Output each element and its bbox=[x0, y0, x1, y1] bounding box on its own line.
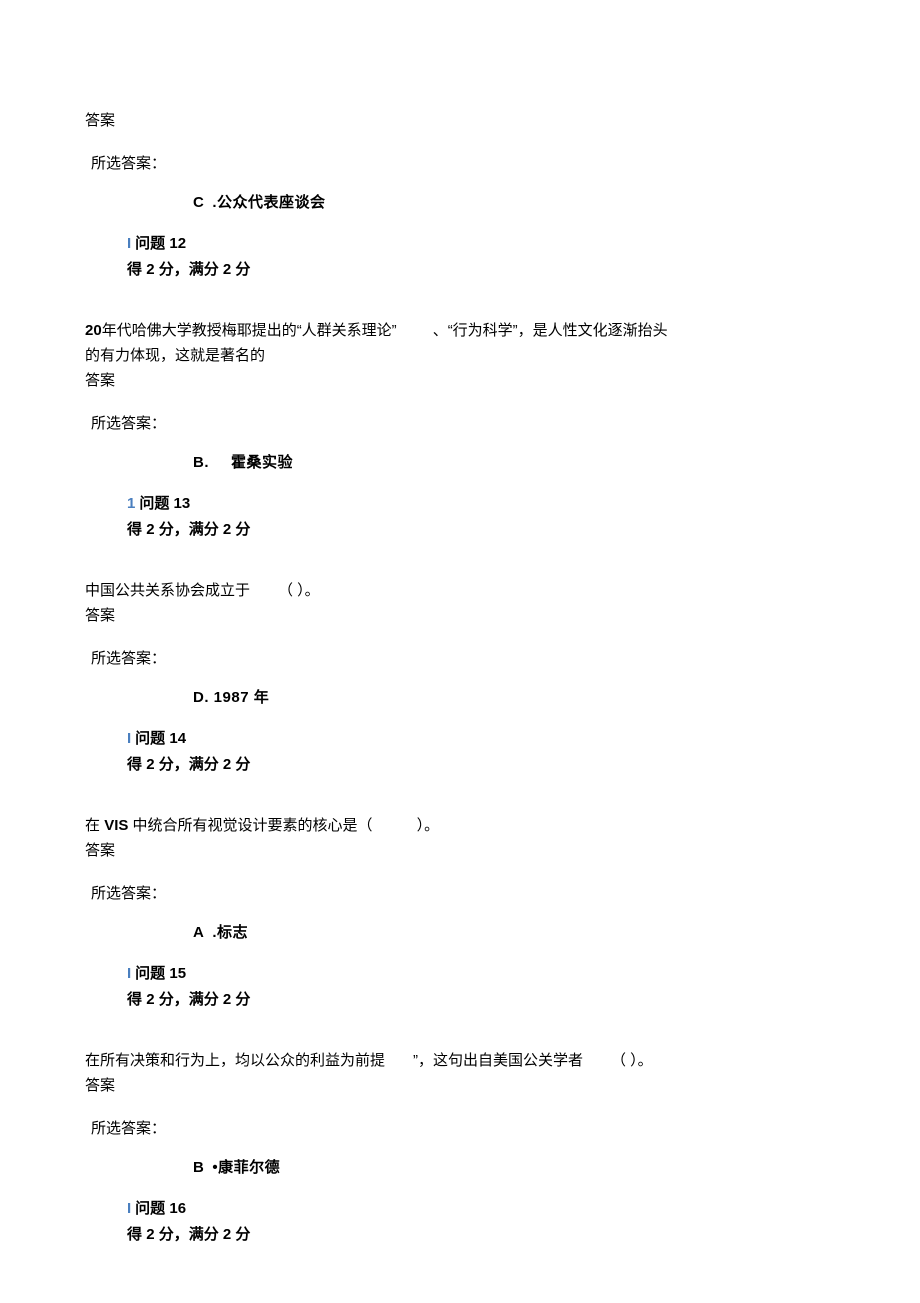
q15-answer-text: •康菲尔德 bbox=[212, 1159, 280, 1176]
q14-text: 在 VIS 中统合所有视觉设计要素的核心是（）。 bbox=[85, 815, 835, 836]
q12-header: I问题 12 bbox=[85, 233, 835, 254]
q13-header: 1问题 13 bbox=[85, 493, 835, 514]
question-label: 问题 14 bbox=[135, 730, 186, 747]
selected-answer-label: 所选答案： bbox=[85, 153, 835, 174]
q13-answer: D. 1987 年 bbox=[85, 687, 835, 708]
q15-score: 得 2 分，满分 2 分 bbox=[85, 989, 835, 1010]
q14-answer-letter: A bbox=[193, 924, 204, 941]
q16-header: I问题 16 bbox=[85, 1198, 835, 1219]
q15-text: 在所有决策和行为上，均以公众的利益为前提”，这句出自美国公关学者（ ）。 bbox=[85, 1050, 835, 1071]
bar-icon: I bbox=[127, 1200, 131, 1217]
q12-score: 得 2 分，满分 2 分 bbox=[85, 259, 835, 280]
q13-score: 得 2 分，满分 2 分 bbox=[85, 519, 835, 540]
answer-label: 答案 bbox=[85, 1075, 835, 1096]
q13-answer-letter: D bbox=[193, 689, 204, 706]
answer-label: 答案 bbox=[85, 605, 835, 626]
selected-answer-label: 所选答案： bbox=[85, 413, 835, 434]
selected-answer-label: 所选答案： bbox=[85, 648, 835, 669]
q15-header: I问题 15 bbox=[85, 963, 835, 984]
bar-icon: I bbox=[127, 730, 131, 747]
answer-label: 答案 bbox=[85, 110, 835, 131]
q16-score: 得 2 分，满分 2 分 bbox=[85, 1224, 835, 1245]
q11-answer-letter: C bbox=[193, 194, 204, 211]
answer-label: 答案 bbox=[85, 370, 835, 391]
q14-answer-text: .标志 bbox=[212, 924, 248, 941]
q15-answer-letter: B bbox=[193, 1159, 204, 1176]
bar-icon: I bbox=[127, 235, 131, 252]
q13-text: 中国公共关系协会成立于（ ）。 bbox=[85, 580, 835, 601]
question-label: 问题 16 bbox=[135, 1200, 186, 1217]
q12-answer-letter: B. bbox=[193, 454, 209, 471]
q13-answer-suffix: 年 bbox=[254, 689, 270, 706]
bar-icon: I bbox=[127, 965, 131, 982]
q15-answer: B •康菲尔德 bbox=[85, 1157, 835, 1178]
q13-answer-text: . 1987 bbox=[204, 689, 249, 706]
question-label: 问题 13 bbox=[139, 495, 190, 512]
q12-text: 20年代哈佛大学教授梅耶提出的“人群关系理论”、“行为科学”，是人性文化逐渐抬头 bbox=[85, 320, 835, 341]
q12-answer: B. 霍桑实验 bbox=[85, 452, 835, 473]
selected-answer-label: 所选答案： bbox=[85, 1118, 835, 1139]
q14-answer: A .标志 bbox=[85, 922, 835, 943]
question-label: 问题 15 bbox=[135, 965, 186, 982]
question-label: 问题 12 bbox=[135, 235, 186, 252]
q12-answer-text: 霍桑实验 bbox=[231, 454, 293, 471]
selected-answer-label: 所选答案： bbox=[85, 883, 835, 904]
answer-label: 答案 bbox=[85, 840, 835, 861]
q11-answer: C .公众代表座谈会 bbox=[85, 192, 835, 213]
q11-answer-text: .公众代表座谈会 bbox=[212, 194, 325, 211]
q14-score: 得 2 分，满分 2 分 bbox=[85, 754, 835, 775]
q14-header: I问题 14 bbox=[85, 728, 835, 749]
bar-icon: 1 bbox=[127, 495, 135, 512]
q12-text-line2: 的有力体现，这就是著名的 bbox=[85, 345, 835, 366]
